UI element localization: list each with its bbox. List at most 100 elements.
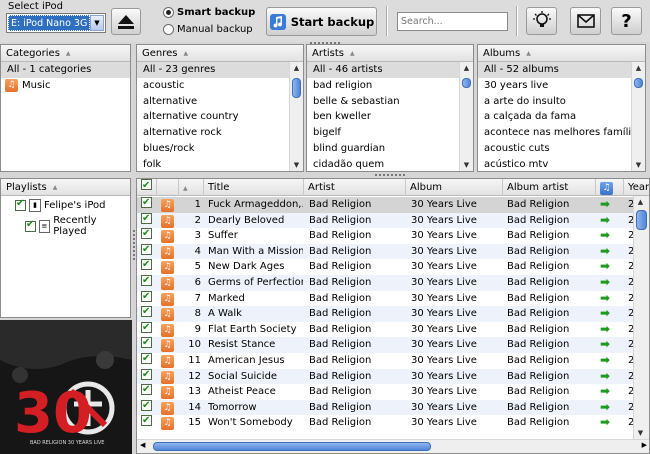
eject-button[interactable] (111, 8, 141, 35)
row-checkbox[interactable] (141, 212, 155, 229)
row-sync[interactable]: ➡ (600, 197, 620, 213)
scroll-right-icon[interactable]: ▶ (642, 441, 647, 449)
row-checkbox[interactable] (141, 321, 155, 338)
start-backup-button[interactable]: Start backup (266, 7, 377, 36)
row-sync[interactable]: ➡ (600, 415, 620, 431)
row-checkbox[interactable] (141, 368, 155, 385)
row-checkbox[interactable] (141, 243, 155, 260)
list-item[interactable]: All - 52 albums (478, 62, 645, 78)
checkbox-checked-icon[interactable] (15, 198, 26, 211)
row-checkbox[interactable] (141, 337, 155, 353)
help-button[interactable]: ? (611, 7, 642, 35)
tips-button[interactable] (526, 7, 557, 35)
checkbox-checked-icon[interactable] (141, 321, 152, 335)
list-item[interactable]: bigelf (307, 125, 473, 141)
tracks-hscrollbar[interactable]: ◀ ▶ (137, 439, 649, 453)
tracks-vscrollbar[interactable]: ▲ ▼ (633, 196, 649, 439)
row-sync[interactable]: ➡ (600, 322, 620, 338)
row-checkbox[interactable] (141, 228, 155, 244)
scroll-thumb[interactable] (153, 442, 431, 451)
type-column[interactable] (157, 179, 179, 196)
list-item[interactable]: All - 23 genres (137, 62, 303, 78)
search-input[interactable] (397, 12, 508, 31)
scroll-thumb[interactable] (462, 78, 471, 88)
albums-header[interactable]: Albums ▲ (478, 45, 645, 62)
scroll-up-icon[interactable]: ▲ (460, 62, 473, 74)
row-sync[interactable]: ➡ (600, 306, 620, 322)
manual-backup-radio[interactable]: Manual backup (163, 24, 253, 35)
select-all-column[interactable] (137, 179, 157, 196)
column-title[interactable]: Title (204, 179, 304, 196)
playlists-header[interactable]: Playlists ▲ (1, 179, 130, 196)
scroll-down-icon[interactable]: ▼ (634, 427, 647, 439)
artists-header[interactable]: Artists ▲ (307, 45, 473, 62)
list-item[interactable]: acoustic cuts (478, 141, 645, 157)
column-sync[interactable]: ♫ (596, 179, 624, 196)
checkbox-checked-icon[interactable] (141, 275, 152, 289)
list-item[interactable]: cidadão quem (307, 157, 473, 171)
checkbox-checked-icon[interactable] (141, 228, 152, 242)
checkbox-checked-icon[interactable] (141, 399, 152, 413)
checkbox-checked-icon[interactable] (141, 290, 152, 304)
row-sync[interactable]: ➡ (600, 384, 620, 400)
table-row[interactable]: ♫ 14 Tomorrow Bad Religion 30 Years Live Bad … (137, 399, 635, 416)
table-row[interactable]: ♫ 4 Man With a Mission Bad Religion 30 Years… (137, 243, 635, 260)
checkbox-checked-icon[interactable] (141, 212, 152, 226)
list-item[interactable]: All - 1 categories (1, 62, 130, 78)
table-row[interactable]: ♫ 11 American Jesus Bad Religion 30 Years Li… (137, 353, 635, 369)
row-sync[interactable]: ➡ (600, 337, 620, 353)
row-checkbox[interactable] (141, 399, 155, 416)
ipod-select[interactable]: E: iPod Nano 3G ▼ (6, 13, 106, 33)
column-year[interactable]: Year (624, 179, 649, 196)
row-sync[interactable]: ➡ (600, 275, 620, 291)
checkbox-checked-icon[interactable] (141, 179, 152, 194)
checkbox-checked-icon[interactable] (141, 368, 152, 382)
list-item[interactable]: All - 46 artists (307, 62, 473, 78)
table-row[interactable]: ♫ 10 Resist Stance Bad Religion 30 Years Liv… (137, 337, 635, 353)
checkbox-checked-icon[interactable] (141, 415, 152, 429)
row-checkbox[interactable] (141, 306, 155, 322)
chevron-down-icon[interactable]: ▼ (90, 15, 104, 31)
table-row[interactable]: ♫ 9 Flat Earth Society Bad Religion 30 Years… (137, 321, 635, 338)
scroll-down-icon[interactable]: ▼ (460, 159, 473, 171)
row-checkbox[interactable] (141, 275, 155, 291)
scroll-up-icon[interactable]: ▲ (634, 196, 647, 208)
list-item[interactable]: belle & sebastian (307, 94, 473, 110)
column-album-artist[interactable]: Album artist (503, 179, 596, 196)
row-sync[interactable]: ➡ (600, 369, 620, 385)
playlist-item[interactable]: ≡ Recently Played (25, 215, 130, 237)
table-row[interactable]: ♫ 6 Germs of Perfection Bad Religion 30 Year… (137, 275, 635, 291)
column-artist[interactable]: Artist (304, 179, 406, 196)
row-checkbox[interactable] (141, 290, 155, 307)
checkbox-checked-icon[interactable] (141, 353, 152, 367)
checkbox-checked-icon[interactable] (141, 259, 152, 273)
row-sync[interactable]: ➡ (600, 213, 620, 229)
table-row[interactable]: ♫ 7 Marked Bad Religion 30 Years Live Bad Rel… (137, 290, 635, 307)
scroll-thumb[interactable] (636, 210, 647, 230)
list-item[interactable]: acontece nas melhores famílias (478, 125, 645, 141)
row-checkbox[interactable] (141, 353, 155, 369)
scroll-thumb[interactable] (634, 78, 643, 88)
list-item[interactable]: bad religion (307, 78, 473, 94)
albums-scrollbar[interactable]: ▲ ▼ (631, 62, 645, 171)
list-item[interactable]: folk (137, 157, 303, 171)
list-item[interactable]: blind guardian (307, 141, 473, 157)
playlist-device[interactable]: ▮ Felipe's iPod (15, 198, 105, 212)
table-row[interactable]: ♫ 13 Atheist Peace Bad Religion 30 Years Liv… (137, 384, 635, 400)
scroll-up-icon[interactable]: ▲ (290, 62, 303, 74)
checkbox-checked-icon[interactable] (141, 337, 152, 351)
table-row[interactable]: ♫ 3 Suffer Bad Religion 30 Years Live Bad Rel… (137, 228, 635, 244)
list-item[interactable]: blues/rock (137, 141, 303, 157)
table-row[interactable]: ♫ 15 Won't Somebody Bad Religion 30 Years Li… (137, 415, 635, 431)
splitter-handle[interactable] (133, 230, 135, 260)
list-item[interactable]: ben kweller (307, 109, 473, 125)
list-item[interactable]: a arte do insulto (478, 94, 645, 110)
row-checkbox[interactable] (141, 197, 155, 213)
number-column[interactable]: ▲ (179, 179, 204, 196)
row-checkbox[interactable] (141, 259, 155, 275)
checkbox-checked-icon[interactable] (141, 197, 152, 211)
feedback-button[interactable] (570, 7, 601, 35)
scroll-up-icon[interactable]: ▲ (632, 62, 645, 74)
table-row[interactable]: ♫ 2 Dearly Beloved Bad Religion 30 Years Liv… (137, 212, 635, 229)
scroll-down-icon[interactable]: ▼ (290, 159, 303, 171)
